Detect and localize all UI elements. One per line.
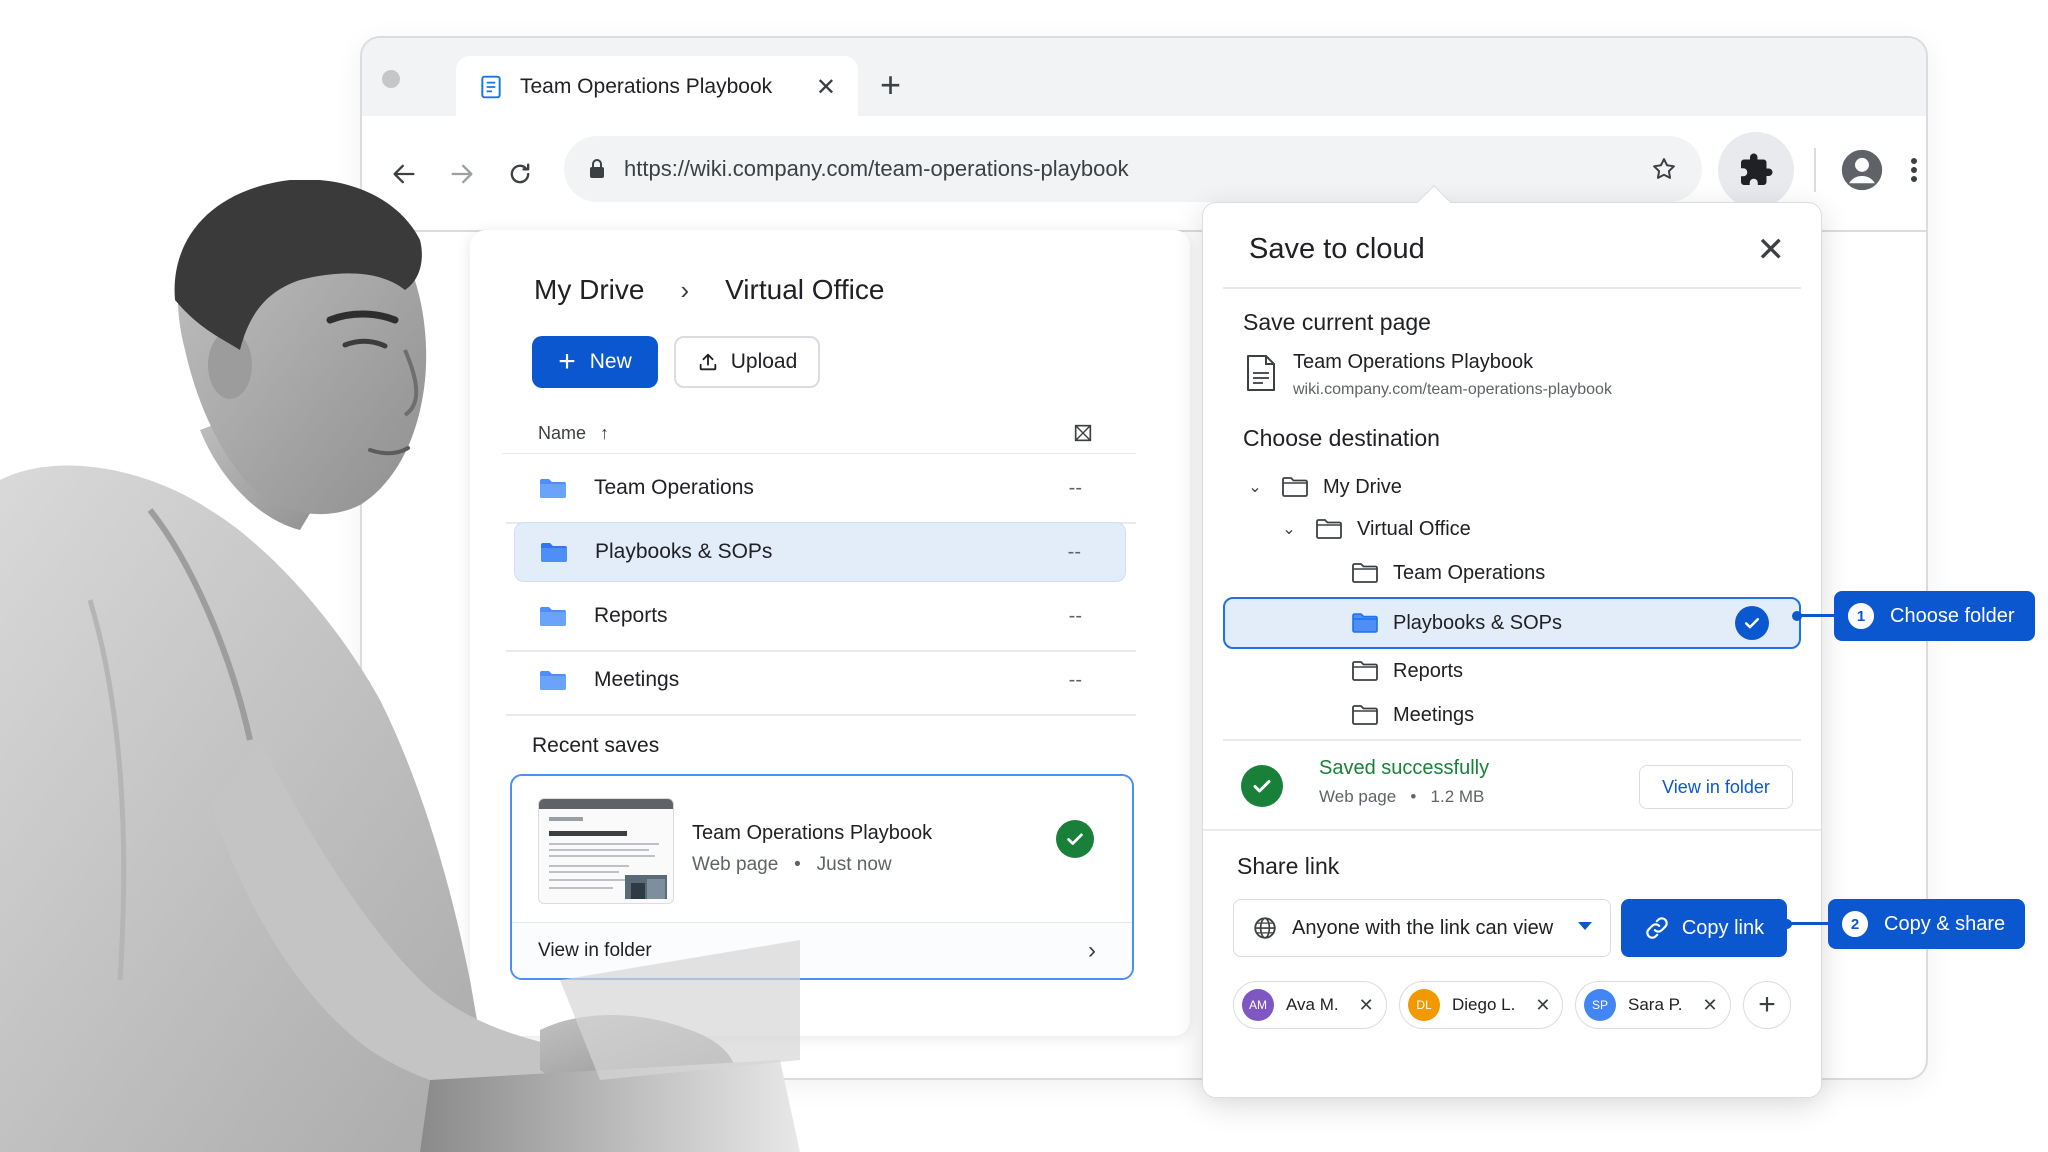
save-current-label: Save current page [1243, 309, 1431, 335]
toolbar-divider [1814, 148, 1816, 192]
remove-icon[interactable]: ✕ [1703, 995, 1718, 1016]
tree-item-label: Reports [1393, 659, 1464, 682]
tree-item-virtual-office[interactable]: ⌄ Virtual Office [1223, 507, 1801, 551]
tree-item-reports[interactable]: Reports [1223, 649, 1801, 693]
status-title: Saved successfully [1319, 757, 1490, 779]
success-check-icon [1241, 765, 1283, 807]
tree-item-label: Team Operations [1393, 561, 1546, 584]
divider [1223, 287, 1801, 289]
share-section: Share link Anyone with the link can view… [1203, 831, 1821, 1097]
page-title: Team Operations Playbook [1293, 351, 1534, 373]
copy-link-label: Copy link [1681, 916, 1765, 939]
chevron-right-icon: › [1088, 936, 1096, 964]
avatar: AM [1242, 989, 1274, 1021]
popup-title: Save to cloud [1249, 233, 1425, 265]
callout-connector [1798, 614, 1834, 617]
person-name: Sara P. [1628, 995, 1683, 1014]
tab-strip: Team Operations Playbook ✕ + [362, 38, 1926, 118]
tree-item-label: Playbooks & SOPs [1393, 611, 1562, 634]
caret-down-icon [1578, 922, 1592, 930]
window-control[interactable] [382, 70, 400, 88]
person-name: Diego L. [1452, 995, 1516, 1014]
folder-size: -- [1068, 668, 1082, 691]
tree-item-playbooks-selected[interactable]: Playbooks & SOPs [1223, 597, 1801, 649]
remove-icon[interactable]: ✕ [1535, 995, 1550, 1016]
callout-connector [1788, 922, 1828, 925]
copy-link-button[interactable]: Copy link [1621, 899, 1787, 957]
chevron-down-icon[interactable]: ⌄ [1279, 519, 1299, 539]
step-number: 1 [1848, 603, 1874, 629]
star-icon[interactable] [1650, 155, 1678, 183]
remove-icon[interactable]: ✕ [1359, 995, 1374, 1016]
page-document-icon [1247, 355, 1275, 391]
close-tab-icon[interactable]: ✕ [816, 73, 836, 102]
share-title: Share link [1237, 853, 1340, 879]
profile-avatar[interactable] [1840, 148, 1884, 192]
globe-icon [1254, 917, 1276, 939]
check-circle-icon [1735, 606, 1769, 640]
folder-filled-icon [1352, 613, 1378, 633]
folder-outline-icon [1352, 661, 1378, 681]
link-access-label: Anyone with the link can view [1292, 916, 1554, 939]
callout-choose-folder: 1 Choose folder [1834, 591, 2035, 641]
puzzle-icon [1741, 153, 1773, 185]
document-icon [481, 75, 501, 99]
link-icon [1646, 917, 1668, 939]
tree-item-label: Virtual Office [1357, 517, 1471, 540]
callout-copy-share: 2 Copy & share [1828, 899, 2026, 949]
folder-size: -- [1067, 540, 1081, 563]
tree-item-meetings[interactable]: Meetings [1223, 693, 1801, 737]
chevron-down-icon[interactable]: ⌄ [1245, 477, 1265, 497]
stage: Team Operations Playbook ✕ + https://wik… [0, 0, 2048, 1152]
meta-dot: • [1400, 787, 1426, 806]
destination-label: Choose destination [1243, 425, 1440, 451]
person-chip[interactable]: DL Diego L. ✕ [1399, 981, 1564, 1029]
view-in-folder-button[interactable]: View in folder [1639, 765, 1793, 809]
account-icon [1841, 149, 1883, 191]
folder-size: -- [1068, 476, 1082, 499]
tree-item-label: Meetings [1393, 703, 1475, 726]
folder-outline-icon [1316, 519, 1342, 539]
folder-outline-icon [1352, 705, 1378, 725]
extension-button[interactable] [1718, 132, 1794, 208]
url-text: https://wiki.company.com/team-operations… [624, 156, 1129, 181]
add-person-button[interactable]: + [1743, 981, 1791, 1029]
link-access-dropdown[interactable]: Anyone with the link can view [1233, 899, 1611, 957]
save-to-cloud-popup: Save to cloud ✕ Save current page Team O… [1202, 202, 1822, 1098]
lock-icon [590, 159, 604, 178]
status-size: 1.2 MB [1430, 787, 1485, 806]
folder-size: -- [1068, 604, 1082, 627]
callout-label: Choose folder [1890, 604, 2015, 627]
person-chip[interactable]: SP Sara P. ✕ [1575, 981, 1731, 1029]
avatar: SP [1584, 989, 1616, 1021]
check-circle-icon [1056, 820, 1094, 858]
callout-label: Copy & share [1884, 912, 2006, 935]
folder-outline-icon [1352, 563, 1378, 583]
folder-outline-icon [1282, 477, 1308, 497]
grid-view-icon[interactable] [1072, 422, 1094, 444]
person-name: Ava M. [1286, 995, 1339, 1014]
avatar: DL [1408, 989, 1440, 1021]
tree-item-team-operations[interactable]: Team Operations [1223, 551, 1801, 595]
close-icon[interactable]: ✕ [1757, 233, 1786, 267]
person-chip[interactable]: AM Ava M. ✕ [1233, 981, 1387, 1029]
browser-tab[interactable]: Team Operations Playbook ✕ [456, 56, 858, 118]
step-number: 2 [1842, 911, 1868, 937]
status-meta: Web page • 1.2 MB [1319, 787, 1484, 807]
browser-menu-button[interactable] [1902, 152, 1926, 188]
new-tab-button[interactable]: + [880, 64, 901, 106]
recent-save-time: Just now [816, 854, 892, 875]
person-photo [0, 180, 800, 1152]
tree-item-my-drive[interactable]: ⌄ My Drive [1223, 465, 1801, 509]
tab-title: Team Operations Playbook [520, 75, 773, 98]
save-status: Saved successfully Web page • 1.2 MB Vie… [1223, 737, 1801, 837]
status-type: Web page [1319, 787, 1397, 806]
tree-item-label: My Drive [1323, 475, 1402, 498]
page-url: wiki.company.com/team-operations-playboo… [1293, 381, 1612, 398]
